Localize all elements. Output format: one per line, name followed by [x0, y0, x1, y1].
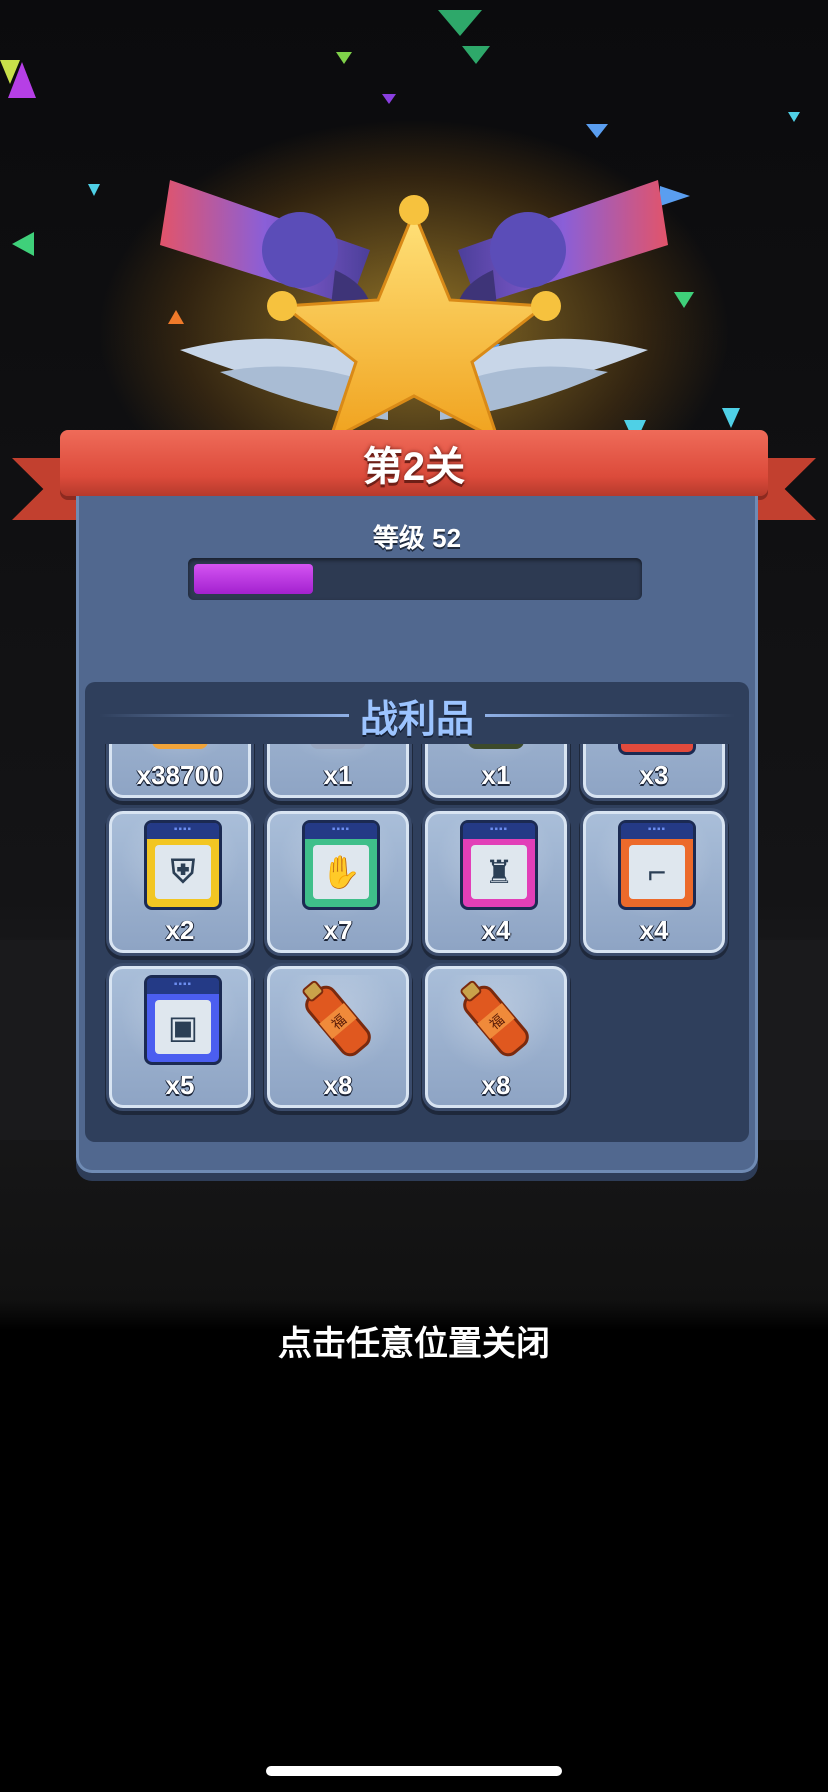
loot-item-slot[interactable]: 福 x8	[267, 966, 409, 1108]
loot-item-count: x8	[323, 1070, 353, 1100]
loot-item-count: x4	[639, 915, 669, 945]
card-face: ⛨	[155, 845, 211, 899]
card-glyph: ⌐	[647, 853, 667, 890]
green-glove-card-icon: ✋	[302, 820, 380, 910]
loot-item-slot[interactable]: x1	[267, 744, 409, 798]
card-glyph: ✋	[321, 854, 361, 890]
card-face: ♜	[471, 845, 527, 899]
confetti-piece	[722, 408, 740, 428]
red-canister-icon: 福	[302, 980, 371, 1057]
loot-item-slot[interactable]: ⛨ x2	[109, 811, 251, 953]
blue-robot-card-icon: ▣	[144, 975, 222, 1065]
card-header-bar	[463, 823, 535, 839]
loot-item-slot[interactable]: ⌐ x4	[583, 811, 725, 953]
card-header-bar	[147, 823, 219, 839]
stage-title: 第2关	[362, 445, 466, 489]
level-progress-fill	[194, 564, 313, 594]
confetti-piece	[674, 292, 694, 308]
loot-item-count: x1	[481, 760, 511, 790]
loot-item-count: x5	[165, 1070, 195, 1100]
pink-vest-card-icon: ♜	[460, 820, 538, 910]
loot-item-count: x4	[481, 915, 511, 945]
loot-item-slot[interactable]: x1	[425, 744, 567, 798]
card-header-bar	[147, 978, 219, 994]
loot-item-count: x3	[639, 760, 669, 790]
confetti-piece	[12, 232, 34, 256]
level-label: 等级 52	[372, 523, 462, 553]
confetti-piece	[788, 112, 800, 122]
loot-grid-scroll[interactable]: x38700 x1 x1 ▤ x3 ⛨ x2 ✋ x7 ♜ x4 ⌐ x4 ▣ x5 福 x8 福 x8	[85, 744, 749, 1142]
result-screen[interactable]: 第2关 等级 52 战利品 x38700 x1 x1 ▤ x3 ⛨ x2 ✋ x7 ♜ x4 ⌐ x4 ▣…	[0, 0, 828, 1792]
loot-item-slot[interactable]: x38700	[109, 744, 251, 798]
loot-header: 战利品	[85, 682, 749, 744]
result-panel: 等级 52 战利品 x38700x1x1▤x3⛨x2✋x7♜x4⌐x4▣x5福x…	[76, 496, 758, 1173]
card-face: ⌐	[629, 845, 685, 899]
confetti-piece	[0, 60, 20, 84]
loot-item-slot[interactable]: 福 x8	[425, 966, 567, 1108]
card-header-bar	[621, 823, 693, 839]
card-face: ✋	[313, 845, 369, 899]
confetti-piece	[88, 184, 100, 196]
home-indicator[interactable]	[266, 1766, 562, 1776]
card-header-bar	[305, 823, 377, 839]
loot-item-slot[interactable]: ✋ x7	[267, 811, 409, 953]
loot-item-count: x7	[323, 915, 353, 945]
loot-item-slot[interactable]: ▣ x5	[109, 966, 251, 1108]
confetti-piece	[382, 94, 396, 104]
stage-title-ribbon: 第2关	[60, 430, 768, 496]
confetti-piece	[336, 52, 352, 64]
red-canister-icon: 福	[460, 980, 529, 1057]
confetti-piece	[586, 124, 608, 138]
level-progress-bar	[188, 558, 642, 600]
loot-item-count: x2	[165, 915, 195, 945]
loot-item-slot[interactable]: ♜ x4	[425, 811, 567, 953]
loot-item-slot[interactable]: ▤ x3	[583, 744, 725, 798]
gold-bar-icon	[152, 744, 208, 749]
loot-item-count: x1	[323, 760, 353, 790]
card-face: ▣	[155, 1000, 211, 1054]
red-card-icon: ▤	[618, 744, 696, 755]
card-glyph: ♜	[484, 854, 514, 890]
gun-icon	[310, 744, 366, 749]
yellow-armor-card-icon: ⛨	[144, 820, 222, 910]
confetti-piece	[462, 46, 490, 64]
grenade-icon	[468, 744, 524, 749]
loot-section: 战利品 x38700 x1 x1 ▤ x3 ⛨ x2 ✋ x7 ♜ x4 ⌐ x4 ▣ x5 福 x8 福 x8	[85, 682, 749, 1142]
confetti-piece	[438, 10, 482, 36]
card-glyph: ⛨	[170, 853, 195, 889]
loot-title: 战利品	[359, 699, 474, 741]
loot-item-count: x38700	[136, 760, 224, 790]
loot-item-count: x8	[481, 1070, 511, 1100]
card-glyph: ▣	[167, 1009, 199, 1045]
tap-to-close-hint: 点击任意位置关闭	[278, 1325, 550, 1363]
victory-badge-icon	[160, 180, 668, 440]
orange-boots-card-icon: ⌐	[618, 820, 696, 910]
